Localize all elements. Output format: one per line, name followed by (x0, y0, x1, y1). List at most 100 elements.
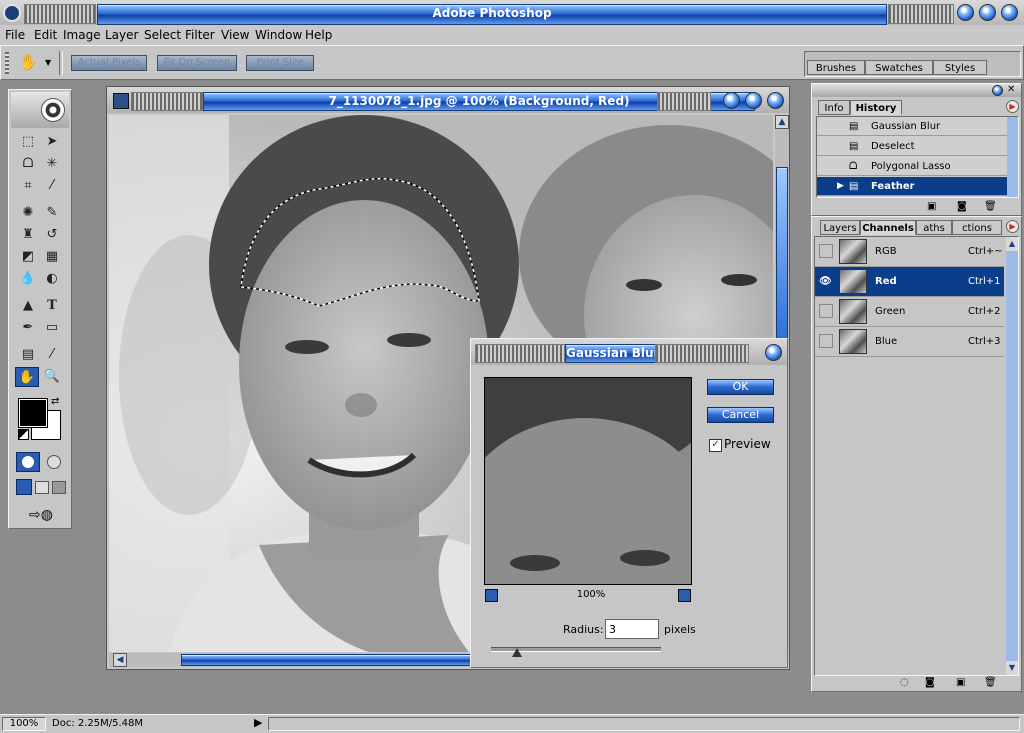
zoom-tool-icon[interactable]: 🔍 (41, 367, 63, 387)
status-menu-arrow-icon[interactable]: ▶ (254, 716, 262, 729)
history-item[interactable]: ▤ Deselect (817, 137, 1008, 156)
move-tool-icon[interactable]: ➤ (41, 132, 63, 152)
history-menu-arrow-icon[interactable]: ▶ (1006, 100, 1019, 113)
menu-edit[interactable]: Edit (34, 25, 57, 45)
history-trash-icon[interactable]: 🗑 (984, 201, 997, 212)
document-minimize-button[interactable] (723, 92, 740, 109)
radius-input[interactable] (605, 619, 659, 639)
tab-styles[interactable]: Styles (933, 60, 987, 75)
hand-tool-icon[interactable]: ✋ (15, 367, 39, 387)
hand-tool-preset-icon[interactable]: ✋ (19, 52, 41, 72)
notes-tool-icon[interactable]: ▤ (17, 345, 39, 365)
type-tool-icon[interactable]: T (41, 296, 63, 316)
channel-row[interactable]: RGB Ctrl+~ (815, 237, 1004, 267)
adobe-eye-icon[interactable] (41, 98, 65, 122)
radius-slider-thumb[interactable] (511, 648, 522, 657)
screen-mode-full-menu-button[interactable] (35, 481, 49, 494)
visibility-toggle[interactable] (819, 334, 833, 348)
history-collapse-button[interactable] (992, 85, 1003, 96)
blur-tool-icon[interactable]: 💧 (17, 269, 39, 289)
history-close-icon[interactable]: ✕ (1007, 84, 1015, 95)
brush-tool-icon[interactable]: ✎ (41, 203, 63, 223)
preview-checkbox[interactable]: ✓ (709, 439, 722, 452)
load-channel-selection-icon[interactable]: ◌ (900, 677, 909, 688)
menu-file[interactable]: File (5, 25, 25, 45)
print-size-button[interactable]: Print Size (246, 55, 314, 71)
menu-select[interactable]: Select (144, 25, 181, 45)
tab-info[interactable]: Info (818, 100, 850, 115)
foreground-color-swatch[interactable] (18, 398, 48, 428)
healing-brush-tool-icon[interactable]: ✺ (17, 203, 39, 223)
channels-scrollbar[interactable]: ▲ ▼ (1006, 237, 1018, 675)
eyedropper-tool-icon[interactable]: ⁄ (41, 345, 63, 365)
quick-mask-mode-button[interactable] (42, 452, 66, 472)
fit-on-screen-button[interactable]: Fit On Screen (157, 55, 237, 71)
eye-icon[interactable]: 👁 (819, 267, 832, 297)
screen-mode-standard-button[interactable] (16, 479, 32, 495)
history-brush-tool-icon[interactable]: ↺ (41, 225, 63, 245)
path-selection-tool-icon[interactable]: ▲ (17, 296, 39, 316)
history-state-slider-icon[interactable]: ▶ (837, 177, 844, 196)
clone-stamp-tool-icon[interactable]: ♜ (17, 225, 39, 245)
swap-colors-icon[interactable]: ⇄ (51, 396, 59, 407)
crop-tool-icon[interactable]: ⌗ (17, 176, 39, 196)
save-selection-channel-icon[interactable]: ◙ (925, 677, 935, 688)
channel-row[interactable]: Green Ctrl+2 (815, 297, 1004, 327)
channel-row[interactable]: Blue Ctrl+3 (815, 327, 1004, 357)
photoshop-logo-icon[interactable] (3, 4, 21, 22)
channels-scroll-down-icon[interactable]: ▼ (1006, 661, 1018, 675)
maximize-button[interactable] (979, 4, 996, 21)
zoom-in-preview-button[interactable] (678, 589, 691, 602)
pen-tool-icon[interactable]: ✒ (17, 318, 39, 338)
minimize-button[interactable] (957, 4, 974, 21)
menu-image[interactable]: Image (63, 25, 101, 45)
status-zoom[interactable]: 100% (2, 717, 46, 731)
history-snapshot-icon[interactable]: ◙ (957, 201, 967, 212)
scroll-up-arrow-icon[interactable]: ▲ (775, 115, 789, 129)
tab-channels[interactable]: Channels (860, 220, 916, 235)
eraser-tool-icon[interactable]: ◩ (17, 247, 39, 267)
menu-view[interactable]: View (221, 25, 249, 45)
delete-channel-icon[interactable]: 🗑 (984, 677, 997, 688)
cancel-button[interactable]: Cancel (707, 407, 774, 423)
screen-mode-full-button[interactable] (52, 481, 66, 494)
document-icon[interactable] (113, 93, 129, 109)
channels-scroll-up-icon[interactable]: ▲ (1006, 237, 1018, 251)
menu-filter[interactable]: Filter (185, 25, 215, 45)
blur-preview-image[interactable] (484, 377, 692, 585)
history-item[interactable]: ᗝ Polygonal Lasso (817, 157, 1008, 176)
jump-to-imageready-icon[interactable]: ⇨◍ (19, 505, 63, 525)
channel-row-selected[interactable]: 👁 Red Ctrl+1 (815, 267, 1004, 297)
marquee-tool-icon[interactable]: ⬚ (17, 132, 39, 152)
history-item[interactable]: ▤ Gaussian Blur (817, 117, 1008, 136)
preview-label[interactable]: Preview (724, 437, 771, 451)
menu-layer[interactable]: Layer (105, 25, 138, 45)
dialog-close-button[interactable] (765, 344, 782, 361)
lasso-tool-icon[interactable]: ᗝ (17, 154, 39, 174)
ok-button[interactable]: OK (707, 379, 774, 395)
tab-paths[interactable]: aths (916, 220, 952, 235)
new-channel-icon[interactable]: ▣ (956, 677, 965, 688)
shape-tool-icon[interactable]: ▭ (41, 318, 63, 338)
visibility-toggle[interactable] (819, 244, 833, 258)
zoom-out-preview-button[interactable] (485, 589, 498, 602)
tool-preset-arrow-icon[interactable]: ▼ (45, 58, 51, 67)
visibility-toggle[interactable] (819, 304, 833, 318)
channels-menu-arrow-icon[interactable]: ▶ (1006, 220, 1019, 233)
dodge-tool-icon[interactable]: ◐ (41, 269, 63, 289)
history-item-selected[interactable]: ▶ ▤ Feather (817, 177, 1008, 196)
document-close-button[interactable] (767, 92, 784, 109)
tab-layers[interactable]: Layers (820, 220, 860, 235)
menu-window[interactable]: Window (255, 25, 302, 45)
tab-history[interactable]: History (850, 100, 902, 115)
tab-actions[interactable]: ctions (952, 220, 1002, 235)
scroll-left-arrow-icon[interactable]: ◀ (113, 653, 127, 667)
slice-tool-icon[interactable]: ⁄ (41, 176, 63, 196)
tab-swatches[interactable]: Swatches (865, 60, 933, 75)
actual-pixels-button[interactable]: Actual Pixels (71, 55, 147, 71)
gradient-tool-icon[interactable]: ▦ (41, 247, 63, 267)
document-maximize-button[interactable] (745, 92, 762, 109)
tab-brushes[interactable]: Brushes (807, 60, 865, 75)
magic-wand-tool-icon[interactable]: ✳ (41, 154, 63, 174)
history-new-document-icon[interactable]: ▣ (927, 201, 936, 212)
